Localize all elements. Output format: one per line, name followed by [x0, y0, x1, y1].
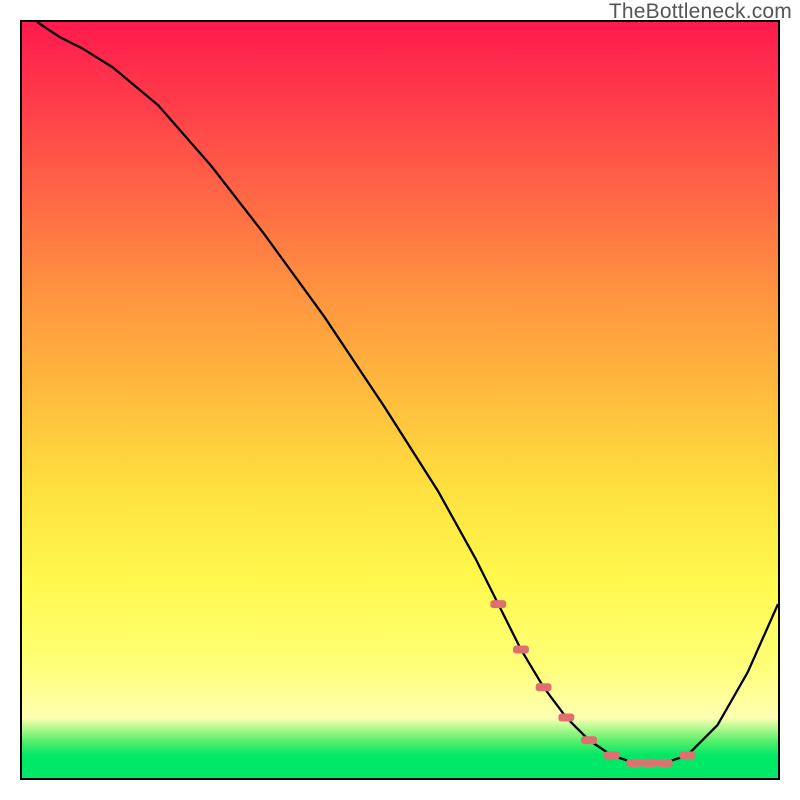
watermark-text: TheBottleneck.com	[609, 0, 792, 24]
dotted-optimum-band	[490, 600, 695, 767]
plot-area	[20, 20, 780, 780]
chart-container: TheBottleneck.com	[0, 0, 800, 800]
curve-layer	[22, 22, 778, 778]
bottleneck-curve	[37, 22, 778, 763]
